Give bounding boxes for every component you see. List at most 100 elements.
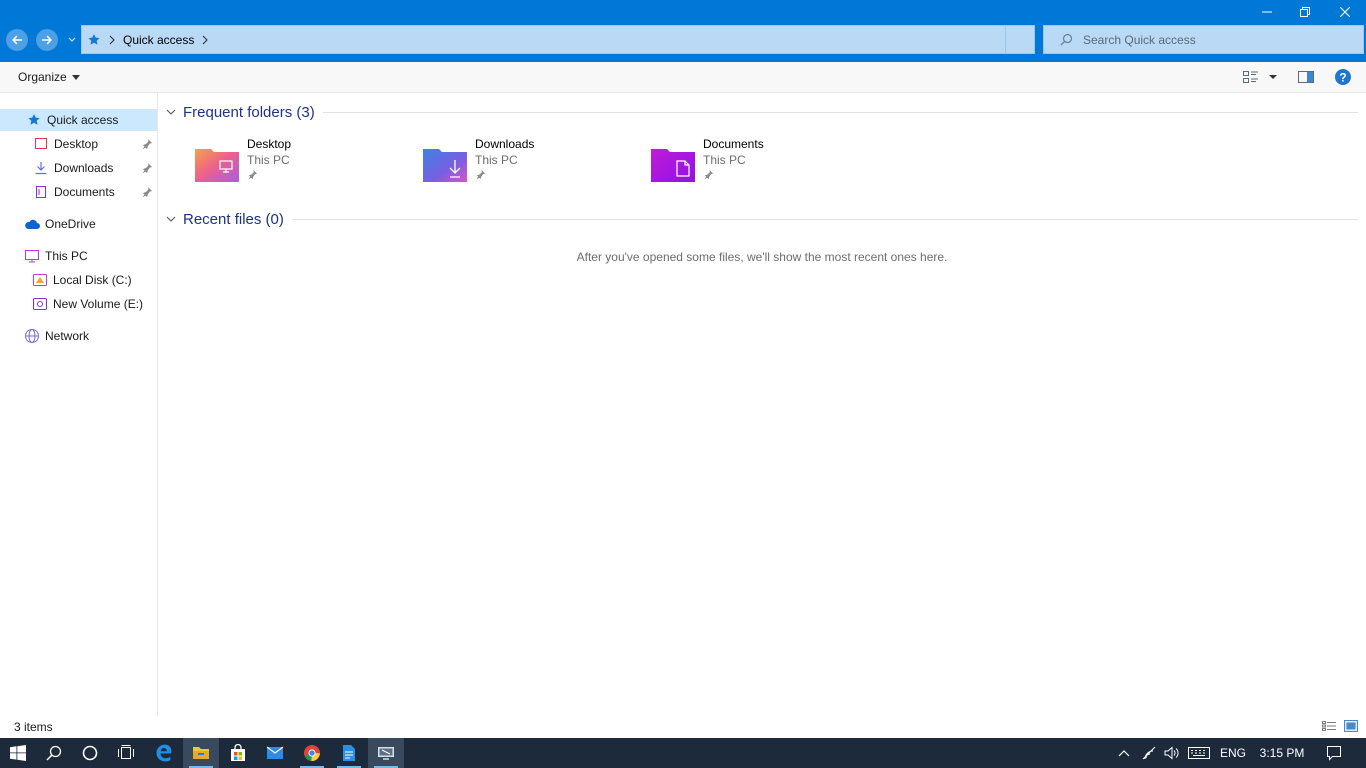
- pin-icon: [704, 169, 714, 180]
- caret-down-icon: [71, 74, 80, 80]
- wifi-icon: [1142, 746, 1156, 760]
- chevron-down-icon[interactable]: [164, 212, 178, 226]
- details-view-icon[interactable]: [1322, 720, 1336, 732]
- sidebar-item-quick-access[interactable]: Quick access: [0, 109, 157, 131]
- title-bar: Quick access: [0, 0, 1366, 62]
- folder-location: This PC: [703, 153, 746, 167]
- taskbar-search-button[interactable]: [36, 738, 72, 768]
- large-icons-view-icon[interactable]: [1344, 720, 1358, 732]
- star-icon: [26, 112, 42, 128]
- sidebar-item-label: Quick access: [47, 113, 119, 127]
- touch-keyboard-button[interactable]: [1186, 738, 1212, 768]
- folder-tile-downloads[interactable]: Downloads This PC: [422, 137, 642, 187]
- show-hidden-icons-button[interactable]: [1114, 738, 1134, 768]
- search-icon: [1060, 33, 1073, 46]
- computer-icon: [24, 248, 40, 264]
- sidebar-item-onedrive[interactable]: OneDrive: [0, 213, 157, 235]
- input-language-button[interactable]: ENG: [1218, 738, 1248, 768]
- folder-tile-desktop[interactable]: Desktop This PC: [194, 137, 414, 187]
- start-button[interactable]: [0, 738, 36, 768]
- chevron-down-icon[interactable]: [164, 105, 178, 119]
- arrow-right-icon: [42, 35, 53, 45]
- pin-icon[interactable]: [141, 162, 153, 174]
- chevron-right-icon[interactable]: [202, 35, 209, 45]
- file-explorer-taskbar-button[interactable]: [183, 738, 219, 768]
- search-input[interactable]: [1083, 32, 1343, 47]
- recent-locations-button[interactable]: [66, 33, 78, 47]
- mail-taskbar-button[interactable]: [257, 738, 293, 768]
- sidebar-item-local-disk-c[interactable]: Local Disk (C:): [0, 269, 157, 291]
- group-divider: [322, 111, 1358, 113]
- notification-icon: [1327, 746, 1341, 761]
- documents-folder-icon: [651, 149, 695, 182]
- sidebar-item-label: Desktop: [54, 137, 99, 151]
- chevron-down-icon: [68, 37, 76, 42]
- sidebar-item-downloads[interactable]: Downloads: [0, 157, 157, 179]
- remote-app-taskbar-button[interactable]: [368, 738, 404, 768]
- cortana-button[interactable]: [72, 738, 108, 768]
- restore-button[interactable]: [1286, 0, 1324, 24]
- address-history-dropdown[interactable]: [1005, 26, 1034, 53]
- network-status-button[interactable]: [1138, 738, 1160, 768]
- close-button[interactable]: [1326, 0, 1364, 24]
- mail-icon: [266, 746, 284, 759]
- help-button[interactable]: ?: [1334, 68, 1352, 86]
- quick-access-star-icon: [87, 33, 101, 47]
- caret-down-icon: [1269, 75, 1277, 79]
- help-icon: ?: [1335, 69, 1351, 85]
- edge-taskbar-button[interactable]: [146, 738, 182, 768]
- view-more-options-button[interactable]: [1268, 68, 1278, 86]
- monitor-app-icon: [378, 747, 394, 760]
- svg-text:?: ?: [1339, 71, 1346, 85]
- store-icon: [231, 744, 245, 761]
- chrome-taskbar-button[interactable]: [294, 738, 330, 768]
- sidebar-item-label: This PC: [45, 249, 88, 263]
- clock-button[interactable]: 3:15 PM: [1256, 738, 1308, 768]
- sidebar-item-desktop[interactable]: Desktop: [0, 133, 157, 155]
- speaker-icon: [1164, 746, 1179, 760]
- recent-files-header[interactable]: Recent files (0): [162, 208, 1358, 230]
- store-taskbar-button[interactable]: [220, 738, 256, 768]
- chrome-icon: [304, 745, 320, 762]
- sidebar-item-this-pc[interactable]: This PC: [0, 245, 157, 267]
- folder-name: Documents: [703, 137, 764, 151]
- recent-files-empty-message: After you've opened some files, we'll sh…: [576, 250, 948, 264]
- forward-button[interactable]: [36, 29, 58, 51]
- minimize-button[interactable]: [1248, 0, 1286, 24]
- address-bar[interactable]: Quick access: [81, 25, 1035, 54]
- task-view-button[interactable]: [108, 738, 144, 768]
- drive-icon: [32, 272, 48, 288]
- cloud-icon: [24, 216, 40, 232]
- breadcrumb-quick-access[interactable]: Quick access: [123, 33, 194, 47]
- folder-name: Downloads: [475, 137, 535, 151]
- view-options-icon: [1243, 71, 1258, 83]
- drive-icon: [32, 296, 48, 312]
- file-explorer-icon: [193, 747, 209, 759]
- sidebar-item-network[interactable]: Network: [0, 325, 157, 347]
- pin-icon[interactable]: [141, 138, 153, 150]
- search-box[interactable]: [1043, 25, 1364, 54]
- pin-icon: [248, 169, 258, 180]
- pin-icon[interactable]: [141, 186, 153, 198]
- organize-menu-button[interactable]: Organize: [18, 70, 80, 84]
- volume-button[interactable]: [1162, 738, 1182, 768]
- desktop-icon: [33, 136, 49, 152]
- windows-logo-icon: [10, 745, 26, 761]
- restore-icon: [1300, 7, 1310, 17]
- sidebar-item-label: OneDrive: [45, 217, 96, 231]
- app-taskbar-button[interactable]: [331, 738, 367, 768]
- preview-pane-button[interactable]: [1298, 68, 1314, 86]
- chevron-right-icon[interactable]: [109, 35, 115, 45]
- taskbar: ENG 3:15 PM: [0, 738, 1366, 768]
- sidebar-item-new-volume-e[interactable]: New Volume (E:): [0, 293, 157, 315]
- pin-icon: [476, 169, 486, 180]
- folder-tile-documents[interactable]: Documents This PC: [650, 137, 870, 187]
- sidebar-item-documents[interactable]: Documents: [0, 181, 157, 203]
- folder-location: This PC: [475, 153, 518, 167]
- back-button[interactable]: [6, 29, 28, 51]
- action-center-button[interactable]: [1322, 738, 1346, 768]
- command-bar: Organize ?: [0, 62, 1366, 93]
- minimize-icon: [1262, 11, 1272, 13]
- frequent-folders-header[interactable]: Frequent folders (3): [162, 101, 1358, 123]
- change-view-button[interactable]: [1243, 68, 1259, 86]
